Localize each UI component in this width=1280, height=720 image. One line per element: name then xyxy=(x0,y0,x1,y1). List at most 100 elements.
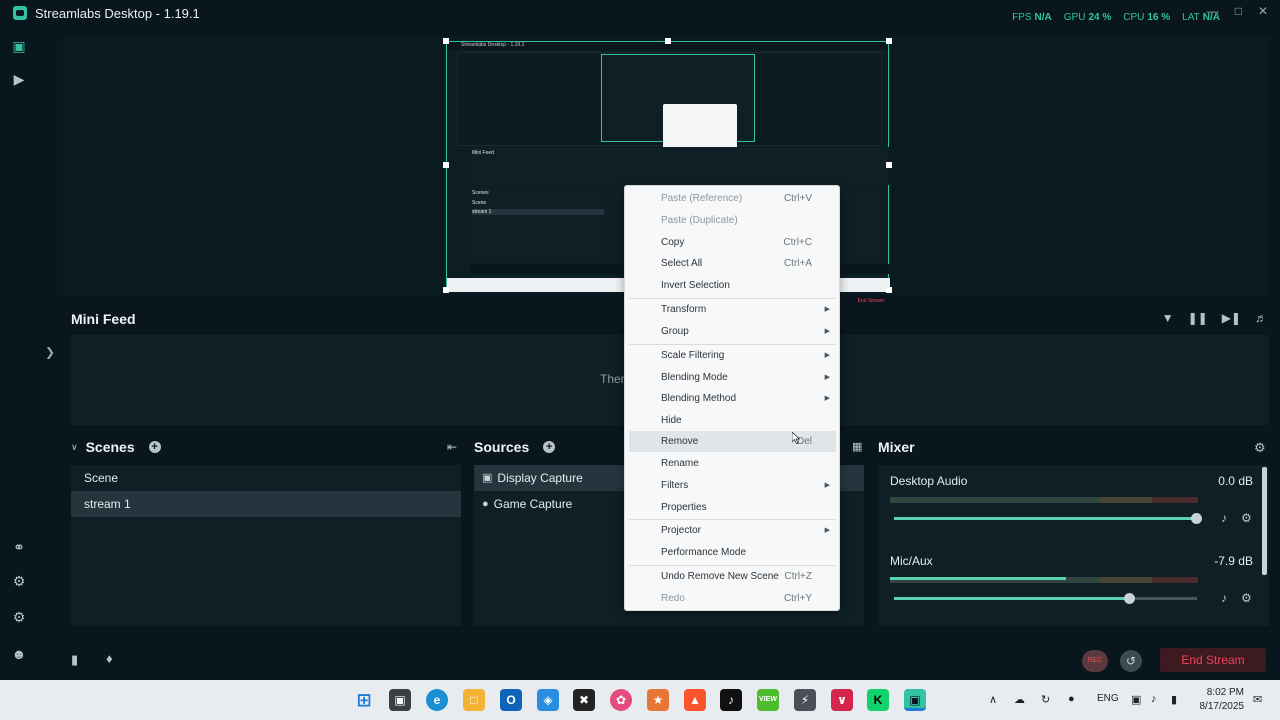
edge-browser-icon[interactable]: e xyxy=(426,689,448,711)
resize-handle[interactable] xyxy=(886,162,892,168)
menu-item-copy[interactable]: Copy Ctrl+C xyxy=(629,232,836,253)
chevron-right-icon[interactable]: ❯ xyxy=(45,345,55,359)
menu-item-blending-method[interactable]: Blending Method ▶ xyxy=(629,388,836,409)
mixer-panel: Desktop Audio 0.0 dB ♪ ⚙ Mic/Aux -7.9 dB… xyxy=(878,465,1269,626)
menu-item-blending-mode[interactable]: Blending Mode ▶ xyxy=(629,367,836,388)
submenu-arrow-icon: ▶ xyxy=(824,527,830,534)
microphone-icon[interactable]: ● xyxy=(1068,693,1075,705)
battery-icon[interactable]: ▮ xyxy=(1171,693,1177,706)
record-button[interactable]: REC xyxy=(1082,650,1108,672)
menu-item-paste-duplicate[interactable]: Paste (Duplicate) xyxy=(629,210,836,231)
app-icon[interactable]: ★ xyxy=(647,689,669,711)
stats-icon[interactable]: ▮ xyxy=(71,652,78,668)
menu-item-undo[interactable]: Undo Remove New Scene Ctrl+Z xyxy=(629,566,836,587)
user-icon[interactable]: ☻ xyxy=(11,646,27,662)
slider-knob[interactable] xyxy=(1124,593,1136,604)
filter-icon[interactable]: ▼ xyxy=(1162,311,1174,325)
menu-item-properties[interactable]: Properties xyxy=(629,497,836,518)
folder-icon[interactable]: ▦ xyxy=(852,440,862,453)
windows-start-icon[interactable]: ⊞ xyxy=(353,689,375,711)
capcut-icon[interactable]: ✖ xyxy=(573,689,595,711)
end-stream-button[interactable]: End Stream xyxy=(1160,648,1266,672)
menu-item-scale-filtering[interactable]: Scale Filtering ▶ xyxy=(629,345,836,366)
chevron-down-icon[interactable]: ∨ xyxy=(71,442,78,453)
maximize-icon[interactable]: □ xyxy=(1235,4,1242,18)
speaker-icon[interactable]: ♪ xyxy=(1221,511,1227,525)
mixer-title: Mixer xyxy=(878,439,915,455)
channel-db: 0.0 dB xyxy=(1218,474,1253,488)
menu-item-group[interactable]: Group ▶ xyxy=(629,321,836,342)
clock[interactable]: 8:02 PM 8/17/2025 xyxy=(1198,686,1245,714)
file-explorer-icon[interactable]: □ xyxy=(463,689,485,711)
monitor-icon[interactable]: ▣ xyxy=(1131,693,1141,706)
menu-item-remove[interactable]: Remove Del xyxy=(629,431,836,452)
language-indicator[interactable]: ENG xyxy=(1097,693,1119,704)
chevron-up-icon[interactable]: ∧ xyxy=(989,693,997,706)
skip-icon[interactable]: ▶❚ xyxy=(1222,311,1241,325)
scene-item[interactable]: stream 1 xyxy=(71,491,461,517)
resize-handle[interactable] xyxy=(886,38,892,44)
gamepad-icon: ● xyxy=(482,498,489,510)
link-icon[interactable]: ⚭ xyxy=(11,539,27,555)
gear-icon[interactable]: ⚙ xyxy=(1254,440,1266,456)
menu-item-select-all[interactable]: Select All Ctrl+A xyxy=(629,253,836,274)
minimize-icon[interactable]: — xyxy=(1207,4,1219,18)
editor-icon[interactable]: ▣ xyxy=(11,38,27,54)
tools-icon[interactable]: ⚙ xyxy=(11,573,27,589)
app-icon[interactable]: VIEW xyxy=(757,689,779,711)
add-scene-button[interactable]: + xyxy=(148,441,161,453)
submenu-arrow-icon: ▶ xyxy=(824,374,830,381)
submenu-arrow-icon: ▶ xyxy=(824,306,830,313)
volume-icon[interactable]: ♬ xyxy=(1255,311,1267,325)
menu-item-filters[interactable]: Filters ▶ xyxy=(629,475,836,496)
menu-item-projector[interactable]: Projector ▶ xyxy=(629,520,836,541)
channel-name: Desktop Audio xyxy=(890,474,968,488)
brave-icon[interactable]: ▲ xyxy=(684,689,706,711)
slider-knob[interactable] xyxy=(1191,513,1202,524)
menu-item-redo[interactable]: Redo Ctrl+Y xyxy=(629,588,836,609)
gear-icon[interactable]: ⚙ xyxy=(1241,591,1252,605)
audio-meter xyxy=(890,497,1198,503)
replay-buffer-button[interactable]: ↺ xyxy=(1120,650,1142,672)
notification-icon[interactable]: ✉ xyxy=(1253,693,1262,706)
play-icon[interactable]: ▶ xyxy=(11,71,27,87)
kick-icon[interactable]: K xyxy=(867,689,889,711)
volume-slider[interactable] xyxy=(894,593,1197,604)
context-menu: Paste (Reference) Ctrl+V Paste (Duplicate… xyxy=(624,185,840,611)
resize-handle[interactable] xyxy=(443,162,449,168)
tiktok-icon[interactable]: ♪ xyxy=(720,689,742,711)
volume-slider[interactable] xyxy=(894,513,1202,524)
resize-handle[interactable] xyxy=(665,38,671,44)
close-icon[interactable]: ✕ xyxy=(1258,4,1268,18)
add-source-button[interactable]: + xyxy=(543,441,556,453)
settings-icon[interactable]: ⚙ xyxy=(11,609,27,625)
menu-item-rename[interactable]: Rename xyxy=(629,453,836,474)
streamlabs-taskbar-icon[interactable]: ▣ xyxy=(904,689,926,711)
menu-item-paste-reference[interactable]: Paste (Reference) Ctrl+V xyxy=(629,188,836,209)
menu-item-invert-selection[interactable]: Invert Selection xyxy=(629,275,836,296)
speaker-icon[interactable]: ♪ xyxy=(1221,591,1227,605)
resize-handle[interactable] xyxy=(443,38,449,44)
audio-meter xyxy=(890,577,1198,583)
task-view-icon[interactable]: ▣ xyxy=(389,689,411,711)
sync-icon[interactable]: ↻ xyxy=(1041,693,1050,706)
app-icon[interactable]: ∨ xyxy=(831,689,853,711)
outlook-icon[interactable]: O xyxy=(500,689,522,711)
mixer-scrollbar[interactable] xyxy=(1262,467,1267,575)
pause-icon[interactable]: ❚❚ xyxy=(1188,311,1208,325)
menu-item-hide[interactable]: Hide xyxy=(629,410,836,431)
bell-icon[interactable]: ♦ xyxy=(106,651,113,666)
app-icon[interactable]: ⚡ xyxy=(794,689,816,711)
gear-icon[interactable]: ⚙ xyxy=(1241,511,1252,525)
photos-icon[interactable]: ✿ xyxy=(610,689,632,711)
resize-handle[interactable] xyxy=(443,287,449,293)
mini-feed-title: Mini Feed xyxy=(71,311,136,327)
scene-transition-icon[interactable]: ⇤ xyxy=(447,440,457,454)
mixer-header: Mixer xyxy=(878,439,915,455)
menu-item-performance-mode[interactable]: Performance Mode xyxy=(629,542,836,563)
defender-icon[interactable]: ◈ xyxy=(537,689,559,711)
resize-handle[interactable] xyxy=(886,287,892,293)
cloud-icon[interactable]: ☁ xyxy=(1014,693,1025,706)
speaker-icon[interactable]: ♪ xyxy=(1151,693,1157,705)
menu-item-transform[interactable]: Transform ▶ xyxy=(629,299,836,320)
